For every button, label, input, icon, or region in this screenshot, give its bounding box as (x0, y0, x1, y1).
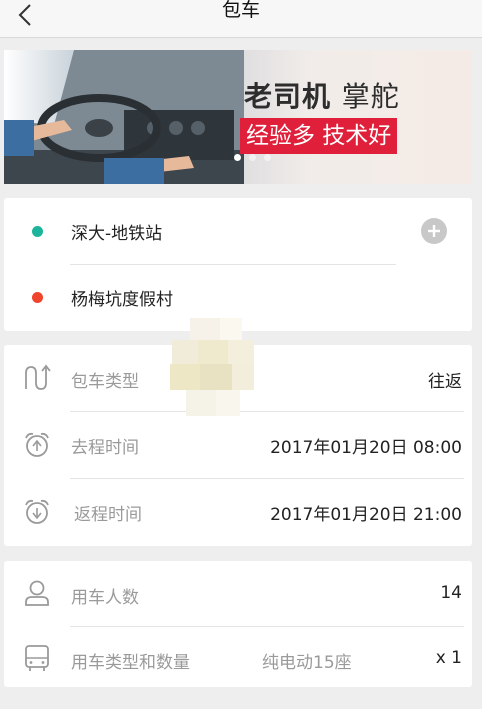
banner-subline: 经验多 技术好 (240, 118, 398, 154)
vehicle-quantity: x 1 (435, 648, 462, 668)
departure-time-value: 2017年01月20日 08:00 (270, 438, 462, 458)
passenger-card: 用车人数 14 用车类型和数量 纯电动15座 x 1 (4, 561, 472, 687)
return-time-label: 返程时间 (74, 505, 142, 525)
vehicle-type: 纯电动15座 (262, 653, 352, 673)
add-stop-button[interactable] (421, 218, 447, 244)
start-dot-icon (32, 226, 43, 237)
route-card: 深大-地铁站 杨梅坑度假村 (4, 198, 472, 331)
alarm-down-icon (25, 499, 49, 524)
route-icon (25, 364, 51, 390)
departure-time-label: 去程时间 (71, 438, 139, 458)
plus-icon (428, 225, 440, 237)
bus-icon (25, 645, 49, 671)
passenger-count-value: 14 (440, 583, 462, 603)
charter-type-value: 往返 (428, 372, 462, 392)
return-time-value: 2017年01月20日 21:00 (270, 505, 462, 525)
charter-type-label: 包车类型 (71, 372, 139, 392)
banner-headline-light: 掌舵 (341, 80, 400, 113)
person-icon (25, 580, 49, 606)
start-location: 深大-地铁站 (71, 224, 163, 244)
carousel-dot[interactable] (234, 154, 241, 161)
vehicle-row[interactable]: 用车类型和数量 纯电动15座 x 1 (4, 627, 472, 693)
nav-bar: 包车 (0, 0, 482, 38)
departure-time-row[interactable]: 去程时间 2017年01月20日 08:00 (4, 412, 472, 478)
return-time-row[interactable]: 返程时间 2017年01月20日 21:00 (4, 479, 472, 545)
end-location: 杨梅坑度假村 (71, 290, 173, 310)
promo-banner[interactable]: 老司机 掌舵 经验多 技术好 (4, 50, 472, 184)
vehicle-label: 用车类型和数量 (71, 653, 190, 673)
passenger-count-label: 用车人数 (71, 588, 139, 608)
end-dot-icon (32, 292, 43, 303)
banner-headline: 老司机 掌舵 (244, 75, 400, 115)
page-title: 包车 (221, 0, 260, 21)
carousel-dot[interactable] (249, 154, 256, 161)
carousel-dot[interactable] (264, 154, 271, 161)
alarm-up-icon (25, 432, 49, 457)
carousel-indicator (234, 154, 271, 161)
passenger-count-row[interactable]: 用车人数 14 (4, 561, 472, 627)
driver-photo (4, 50, 244, 184)
blur-mosaic (170, 318, 254, 416)
banner-headline-bold: 老司机 (244, 80, 332, 113)
start-location-row[interactable]: 深大-地铁站 (4, 198, 472, 264)
